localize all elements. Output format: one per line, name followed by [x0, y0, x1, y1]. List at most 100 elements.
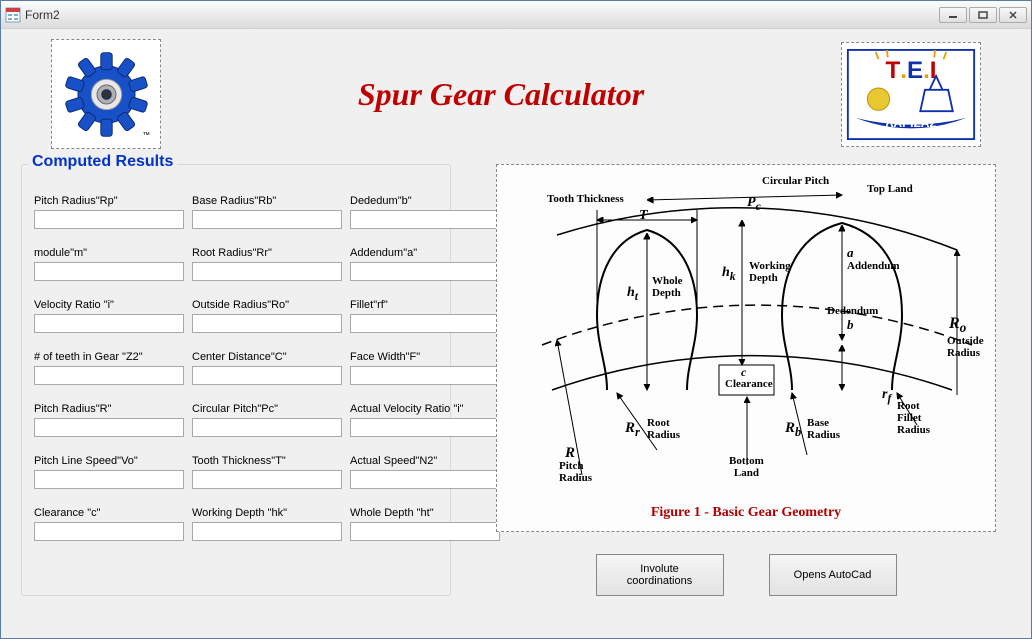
- field-base-radius-rb: Base Radius"Rb": [192, 195, 342, 229]
- lbl-Rb: Rb: [785, 420, 801, 440]
- institution-logo: T.E.I ΛΑΡΙΣΑΣ: [841, 42, 981, 147]
- right-column: Tooth Thickness T Circular Pitch Pc Top …: [481, 159, 1011, 596]
- lbl-root-radius: Root Radius: [647, 417, 680, 441]
- label: Velocity Ratio "i": [34, 299, 184, 311]
- input-circular-pitch-pc[interactable]: [192, 418, 342, 437]
- label: Whole Depth "ht": [350, 507, 500, 519]
- lbl-hk: hk: [722, 265, 736, 283]
- label: Outside Radius"Ro": [192, 299, 342, 311]
- input-tooth-thickness-t[interactable]: [192, 470, 342, 489]
- field-clearance-c: Clearance "c": [34, 507, 184, 541]
- label: Base Radius"Rb": [192, 195, 342, 207]
- lbl-pitch-radius: Pitch Radius: [559, 460, 592, 484]
- lbl-outside-radius: Outside Radius: [947, 335, 984, 359]
- input-pitch-radius-rp[interactable]: [34, 210, 184, 229]
- field-pitch-radius-r: Pitch Radius"R": [34, 403, 184, 437]
- label: module"m": [34, 247, 184, 259]
- field-center-distance-c: Center Distance"C": [192, 351, 342, 385]
- input-dedendum-b[interactable]: [350, 210, 500, 229]
- label: # of teeth in Gear "Z2": [34, 351, 184, 363]
- svg-text:T.E.I: T.E.I: [886, 56, 937, 83]
- lbl-c: c: [741, 365, 746, 380]
- label: Root Radius"Rr": [192, 247, 342, 259]
- lbl-clearance: Clearance: [725, 378, 773, 390]
- titlebar: Form2: [1, 1, 1031, 29]
- form-icon: [5, 7, 21, 23]
- field-circular-pitch-pc: Circular Pitch"Pc": [192, 403, 342, 437]
- lbl-addendum: Addendum: [847, 260, 900, 272]
- lbl-Rr: Rr: [625, 420, 640, 440]
- label: Face Width"F": [350, 351, 500, 363]
- lbl-circular-pitch: Circular Pitch: [762, 175, 829, 187]
- maximize-button[interactable]: [969, 7, 997, 23]
- field-working-depth-hk: Working Depth "hk": [192, 507, 342, 541]
- content-area: ™ Spur Gear Calculator T.E.I: [1, 29, 1031, 606]
- form-window: Form2: [0, 0, 1032, 639]
- field-actual-velocity-ratio-i: Actual Velocity Ratio "i": [350, 403, 500, 437]
- svg-text:™: ™: [142, 130, 150, 139]
- input-module-m[interactable]: [34, 262, 184, 281]
- lbl-rf: rf: [882, 387, 891, 405]
- label: Pitch Line Speed"Vo": [34, 455, 184, 467]
- label: Center Distance"C": [192, 351, 342, 363]
- label: Addendum"a": [350, 247, 500, 259]
- results-title: Computed Results: [28, 153, 177, 171]
- input-fillet-rf[interactable]: [350, 314, 500, 333]
- label: Tooth Thickness"T": [192, 455, 342, 467]
- involute-button[interactable]: Involute coordinations: [596, 554, 724, 596]
- autocad-button[interactable]: Opens AutoCad: [769, 554, 897, 596]
- button-row: Involute coordinations Opens AutoCad: [596, 554, 897, 596]
- lbl-R: R: [565, 445, 575, 462]
- label: Actual Speed"N2": [350, 455, 500, 467]
- lbl-root-fillet-radius: Root Fillet Radius: [897, 400, 930, 436]
- input-whole-depth-ht[interactable]: [350, 522, 500, 541]
- label: Dededum"b": [350, 195, 500, 207]
- lbl-Ro: Ro: [949, 315, 966, 336]
- field-pitch-radius-rp: Pitch Radius"Rp": [34, 195, 184, 229]
- field-face-width-f: Face Width"F": [350, 351, 500, 385]
- svg-text:ΛΑΡΙΣΑΣ: ΛΑΡΙΣΑΣ: [885, 116, 936, 130]
- lbl-base-radius: Base Radius: [807, 417, 840, 441]
- label: Actual Velocity Ratio "i": [350, 403, 500, 415]
- label: Pitch Radius"R": [34, 403, 184, 415]
- input-outside-radius-ro[interactable]: [192, 314, 342, 333]
- computed-results-group: Computed Results Pitch Radius"Rp" Base R…: [21, 164, 451, 596]
- input-actual-velocity-ratio-i[interactable]: [350, 418, 500, 437]
- lbl-a: a: [847, 245, 854, 261]
- field-fillet-rf: Fillet"rf": [350, 299, 500, 333]
- diagram-caption: Figure 1 - Basic Gear Geometry: [497, 505, 995, 521]
- field-outside-radius-ro: Outside Radius"Ro": [192, 299, 342, 333]
- app-title: Spur Gear Calculator: [358, 76, 644, 113]
- input-pitch-line-speed-vo[interactable]: [34, 470, 184, 489]
- label: Working Depth "hk": [192, 507, 342, 519]
- fields-grid: Pitch Radius"Rp" Base Radius"Rb" Dededum…: [34, 195, 438, 541]
- lbl-bottom-land: Bottom Land: [729, 455, 764, 479]
- minimize-button[interactable]: [939, 7, 967, 23]
- input-working-depth-hk[interactable]: [192, 522, 342, 541]
- input-clearance-c[interactable]: [34, 522, 184, 541]
- field-whole-depth-ht: Whole Depth "ht": [350, 507, 500, 541]
- input-center-distance-c[interactable]: [192, 366, 342, 385]
- close-button[interactable]: [999, 7, 1027, 23]
- input-base-radius-rb[interactable]: [192, 210, 342, 229]
- header-row: ™ Spur Gear Calculator T.E.I: [21, 39, 1011, 149]
- window-controls: [939, 7, 1027, 23]
- input-face-width-f[interactable]: [350, 366, 500, 385]
- field-velocity-ratio-i: Velocity Ratio "i": [34, 299, 184, 333]
- input-root-radius-rr[interactable]: [192, 262, 342, 281]
- field-teeth-z2: # of teeth in Gear "Z2": [34, 351, 184, 385]
- lbl-T: T: [639, 208, 648, 224]
- field-root-radius-rr: Root Radius"Rr": [192, 247, 342, 281]
- input-actual-speed-n2[interactable]: [350, 470, 500, 489]
- lbl-ht: ht: [627, 285, 638, 303]
- gear-geometry-diagram: Tooth Thickness T Circular Pitch Pc Top …: [496, 164, 996, 532]
- input-teeth-z2[interactable]: [34, 366, 184, 385]
- lbl-dedendum: Dedendum: [827, 305, 878, 317]
- input-addendum-a[interactable]: [350, 262, 500, 281]
- input-velocity-ratio-i[interactable]: [34, 314, 184, 333]
- input-pitch-radius-r[interactable]: [34, 418, 184, 437]
- field-pitch-line-speed-vo: Pitch Line Speed"Vo": [34, 455, 184, 489]
- field-tooth-thickness-t: Tooth Thickness"T": [192, 455, 342, 489]
- lbl-top-land: Top Land: [867, 183, 913, 195]
- lbl-Pc: Pc: [747, 195, 761, 213]
